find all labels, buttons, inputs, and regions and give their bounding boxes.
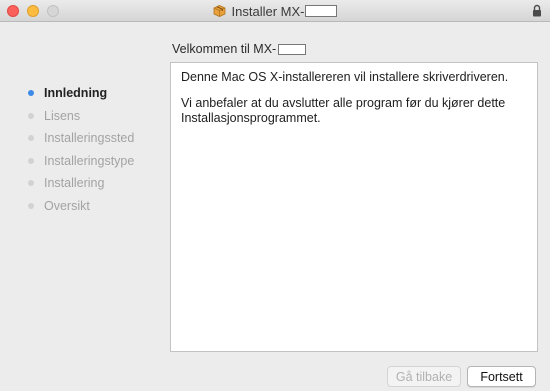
welcome-heading-text: Velkommen til MX- xyxy=(172,42,277,56)
step-installering: Installering xyxy=(28,172,134,195)
installer-window: Installer MX- Velkommen til MX- Innledni… xyxy=(0,0,550,391)
content-panel[interactable]: Denne Mac OS X-installereren vil install… xyxy=(170,62,538,352)
welcome-heading: Velkommen til MX- xyxy=(172,42,307,56)
step-label: Lisens xyxy=(44,108,81,123)
step-label: Oversikt xyxy=(44,198,90,213)
window-title-text: Installer MX- xyxy=(231,3,305,19)
step-installeringssted: Installeringssted xyxy=(28,127,134,150)
step-label: Installeringssted xyxy=(44,131,135,146)
intro-paragraph: Denne Mac OS X-installereren vil install… xyxy=(181,70,509,84)
package-icon xyxy=(213,5,225,17)
step-dot-icon xyxy=(28,202,34,209)
step-label: Innledning xyxy=(44,86,108,101)
title-bar[interactable]: Installer MX- xyxy=(0,0,550,22)
step-innledning: Innledning xyxy=(28,82,134,105)
step-oversikt: Oversikt xyxy=(28,195,134,218)
redacted-model-box xyxy=(278,43,307,55)
step-active-dot-icon xyxy=(28,90,34,97)
redacted-model-box xyxy=(305,5,338,17)
step-lisens: Lisens xyxy=(28,105,134,128)
go-back-button[interactable]: Gå tilbake xyxy=(387,366,461,387)
step-dot-icon xyxy=(28,157,34,164)
step-dot-icon xyxy=(28,135,34,142)
window-title: Installer MX- xyxy=(0,0,550,22)
installer-steps-list: Innledning Lisens Installeringssted Inst… xyxy=(28,82,134,217)
step-dot-icon xyxy=(28,112,34,119)
step-label: Installering xyxy=(44,176,105,191)
lock-icon xyxy=(533,4,541,17)
step-installeringstype: Installeringstype xyxy=(28,150,134,173)
step-dot-icon xyxy=(28,180,34,187)
continue-button[interactable]: Fortsett xyxy=(467,366,536,387)
recommendation-paragraph: Vi anbefaler at du avslutter alle progra… xyxy=(181,96,506,125)
step-label: Installeringstype xyxy=(44,153,135,168)
